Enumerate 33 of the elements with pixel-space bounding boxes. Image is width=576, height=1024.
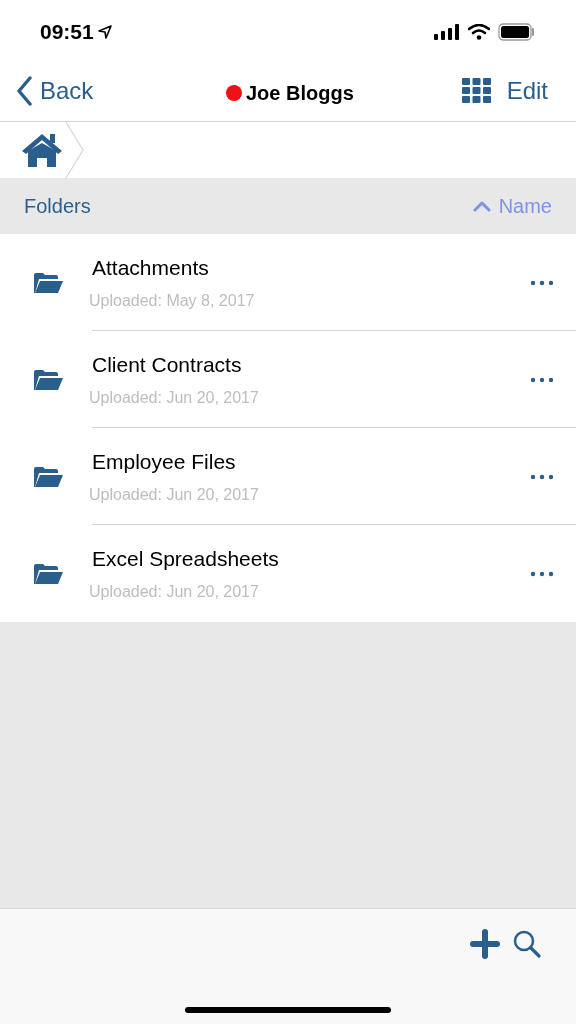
chevron-left-icon [16,75,32,106]
contact-name: Joe Bloggs [246,81,354,106]
more-icon[interactable] [530,376,554,383]
upload-date: Uploaded: Jun 20, 2017 [89,485,259,506]
back-button[interactable]: Back [16,72,94,109]
upload-date: Uploaded: Jun 20, 2017 [89,582,260,603]
folder-name: Excel Spreadsheets [92,545,279,572]
signal-icon [434,24,460,40]
folder-icon [34,272,63,293]
add-icon[interactable] [470,929,500,959]
folder-icon [34,563,63,584]
folder-row[interactable]: Client Contracts Uploaded: Jun 20, 2017 [0,331,576,428]
folder-name: Attachments [92,254,210,281]
folder-row[interactable]: Employee Files Uploaded: Jun 20, 2017 [0,428,576,525]
more-icon[interactable] [530,570,554,577]
edit-button[interactable]: Edit [506,72,548,109]
more-icon[interactable] [530,473,554,480]
section-title: Folders [24,194,91,219]
upload-date: Uploaded: May 8, 2017 [89,291,255,312]
folder-name: Employee Files [92,448,237,475]
grid-view-icon[interactable] [461,78,491,103]
upload-date: Uploaded: Jun 20, 2017 [89,388,259,409]
folder-icon [34,466,63,487]
folder-row[interactable]: Attachments Uploaded: May 8, 2017 [0,234,576,331]
location-arrow-icon [97,25,112,39]
clock-time: 09:51 [40,19,94,46]
battery-icon [498,23,536,41]
folder-row[interactable]: Excel Spreadsheets Uploaded: Jun 20, 2017 [0,525,576,622]
more-icon[interactable] [530,279,554,286]
wifi-icon [468,24,490,40]
search-icon[interactable] [512,929,542,959]
folder-icon [34,369,63,390]
folder-name: Client Contracts [92,351,243,378]
